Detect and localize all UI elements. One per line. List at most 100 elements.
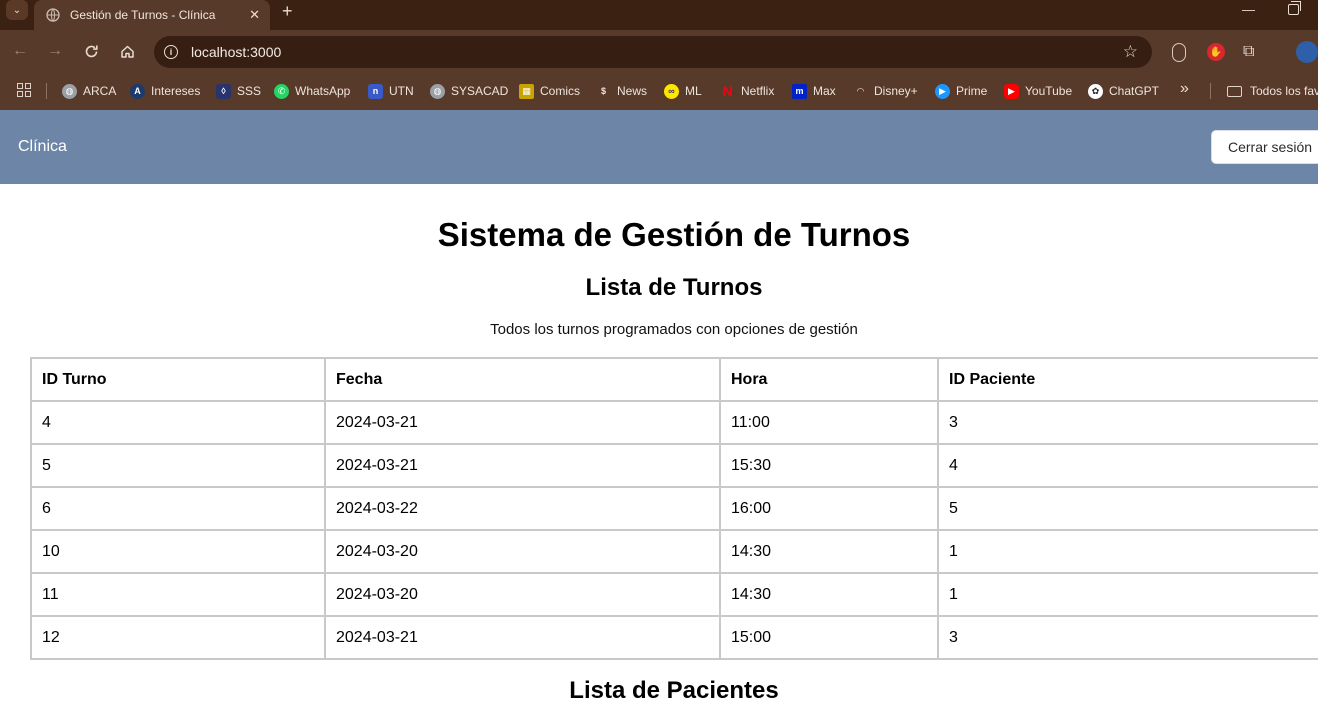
- bookmarks-divider: [46, 83, 47, 99]
- arrow-right-icon: →: [47, 42, 63, 59]
- cell-fecha: 2024-03-20: [324, 529, 721, 574]
- disney-icon: ◠: [857, 85, 864, 96]
- mouse-extension-icon[interactable]: [1172, 43, 1186, 62]
- bookmark-sysacad[interactable]: ◍ SYSACAD: [430, 82, 508, 100]
- pacientes-heading: Lista de Pacientes: [569, 677, 779, 704]
- cell-hora: 16:00: [719, 486, 939, 531]
- folder-icon: [1227, 85, 1242, 97]
- turnos-heading: Lista de Turnos: [585, 274, 763, 301]
- bookmark-label: UTN: [389, 84, 414, 98]
- table-row: 11 2024-03-20 14:30 1: [30, 572, 1318, 617]
- bookmark-label: Netflix: [741, 84, 775, 98]
- bookmarks-divider: [1210, 83, 1211, 99]
- new-tab-button[interactable]: +: [282, 2, 293, 20]
- a-logo-icon: A: [130, 83, 145, 99]
- cell-id-paciente: 4: [937, 443, 1318, 488]
- cell-fecha: 2024-03-21: [324, 400, 721, 445]
- cell-id-paciente: 5: [937, 486, 1318, 531]
- page-title: Sistema de Gestión de Turnos: [437, 216, 911, 253]
- reload-button[interactable]: [80, 40, 102, 62]
- table-row: 6 2024-03-22 16:00 5: [30, 486, 1318, 531]
- restore-window-button[interactable]: [1288, 1, 1301, 15]
- back-button[interactable]: ←: [9, 40, 31, 62]
- bookmark-intereses[interactable]: A Intereses: [130, 82, 200, 100]
- extensions-puzzle-icon[interactable]: ⧉: [1243, 43, 1261, 61]
- bookmarks-bar: ◍ ARCA A Intereses ◊ SSS ✆ WhatsApp n UTN ◍ SY…: [0, 74, 1318, 110]
- table-row: 4 2024-03-21 11:00 3: [30, 400, 1318, 445]
- table-row: 12 2024-03-21 15:00 3: [30, 615, 1318, 660]
- cell-id-paciente: 3: [937, 400, 1318, 445]
- whatsapp-icon: ✆: [274, 83, 289, 99]
- tab-search-button[interactable]: ⌄: [6, 0, 28, 20]
- cell-id-paciente: 1: [937, 529, 1318, 574]
- active-tab[interactable]: Gestión de Turnos - Clínica ✕: [34, 0, 270, 30]
- cell-hora: 14:30: [719, 529, 939, 574]
- max-icon: m: [792, 83, 807, 99]
- bookmark-label: SYSACAD: [451, 84, 509, 98]
- youtube-icon: ▶: [1004, 83, 1019, 99]
- bookmark-utn[interactable]: n UTN: [368, 82, 414, 100]
- mercadolibre-icon: ∞: [664, 83, 679, 99]
- more-bookmarks-button[interactable]: »: [1180, 80, 1189, 98]
- bookmark-prime[interactable]: ▶ Prime: [935, 82, 987, 100]
- globe-icon: [46, 8, 60, 22]
- profile-avatar[interactable]: [1296, 41, 1318, 63]
- bookmark-label: Prime: [956, 84, 988, 98]
- address-bar[interactable]: i localhost:3000 ☆: [154, 36, 1152, 68]
- chatgpt-icon: ✿: [1088, 83, 1103, 99]
- cell-id-paciente: 3: [937, 615, 1318, 660]
- bookmark-comics[interactable]: ▦ Comics: [519, 82, 580, 100]
- cell-id-turno: 12: [30, 615, 326, 660]
- close-tab-icon[interactable]: ✕: [249, 7, 260, 23]
- bookmark-max[interactable]: m Max: [792, 82, 836, 100]
- bookmark-youtube[interactable]: ▶ YouTube: [1004, 82, 1072, 100]
- cell-id-turno: 5: [30, 443, 326, 488]
- bookmark-arca[interactable]: ◍ ARCA: [62, 82, 116, 100]
- bookmark-label: SSS: [237, 84, 262, 98]
- arrow-left-icon: ←: [12, 42, 28, 59]
- bookmark-chatgpt[interactable]: ✿ ChatGPT: [1088, 82, 1159, 100]
- cell-id-turno: 11: [30, 572, 326, 617]
- bookmark-star-icon[interactable]: ☆: [1123, 42, 1138, 62]
- cell-id-turno: 4: [30, 400, 326, 445]
- globe-icon: ◍: [430, 83, 445, 99]
- bookmark-label: Disney+: [874, 84, 918, 98]
- globe-icon: ◍: [62, 83, 77, 99]
- bookmark-label: Comics: [540, 84, 581, 98]
- prime-icon: ▶: [935, 83, 950, 99]
- bookmark-disney[interactable]: ◠ Disney+: [853, 82, 918, 100]
- url-text[interactable]: localhost:3000: [191, 44, 281, 60]
- cell-id-paciente: 1: [937, 572, 1318, 617]
- bookmark-label: Intereses: [151, 84, 201, 98]
- bookmark-label: YouTube: [1025, 84, 1073, 98]
- comics-icon: ▦: [519, 83, 534, 99]
- reload-icon: [85, 45, 98, 57]
- bookmark-sss[interactable]: ◊ SSS: [216, 82, 261, 100]
- cell-id-turno: 10: [30, 529, 326, 574]
- apps-grid-icon[interactable]: [17, 83, 31, 97]
- bookmark-netflix[interactable]: N Netflix: [720, 82, 774, 100]
- logout-button[interactable]: Cerrar sesión: [1211, 130, 1318, 164]
- brand-link[interactable]: Clínica: [18, 138, 67, 156]
- browser-toolbar: ← → i localhost:3000 ☆ ✋ ⧉: [0, 30, 1318, 74]
- sss-shield-icon: ◊: [216, 83, 231, 99]
- utn-icon: n: [368, 83, 383, 99]
- site-info-icon[interactable]: i: [164, 45, 178, 59]
- cell-hora: 15:30: [719, 443, 939, 488]
- column-header-id-paciente: ID Paciente: [937, 357, 1318, 402]
- blocker-extension-icon[interactable]: ✋: [1207, 43, 1225, 61]
- tab-title: Gestión de Turnos - Clínica: [70, 8, 216, 22]
- all-favorites-folder[interactable]: Todos los favoritos: [1227, 82, 1318, 100]
- bookmark-whatsapp[interactable]: ✆ WhatsApp: [274, 82, 350, 100]
- bookmark-ml[interactable]: ∞ ML: [664, 82, 702, 100]
- home-button[interactable]: [116, 40, 138, 62]
- minimize-window-button[interactable]: —: [1242, 2, 1255, 17]
- bookmark-label: ML: [685, 84, 702, 98]
- bookmark-label: WhatsApp: [295, 84, 351, 98]
- forward-button[interactable]: →: [44, 40, 66, 62]
- app-navbar: Clínica Cerrar sesión: [0, 110, 1318, 184]
- bookmark-news[interactable]: $ News: [596, 82, 647, 100]
- folder-label: Todos los favoritos: [1250, 84, 1318, 98]
- bookmark-label: Max: [813, 84, 836, 98]
- cell-hora: 11:00: [719, 400, 939, 445]
